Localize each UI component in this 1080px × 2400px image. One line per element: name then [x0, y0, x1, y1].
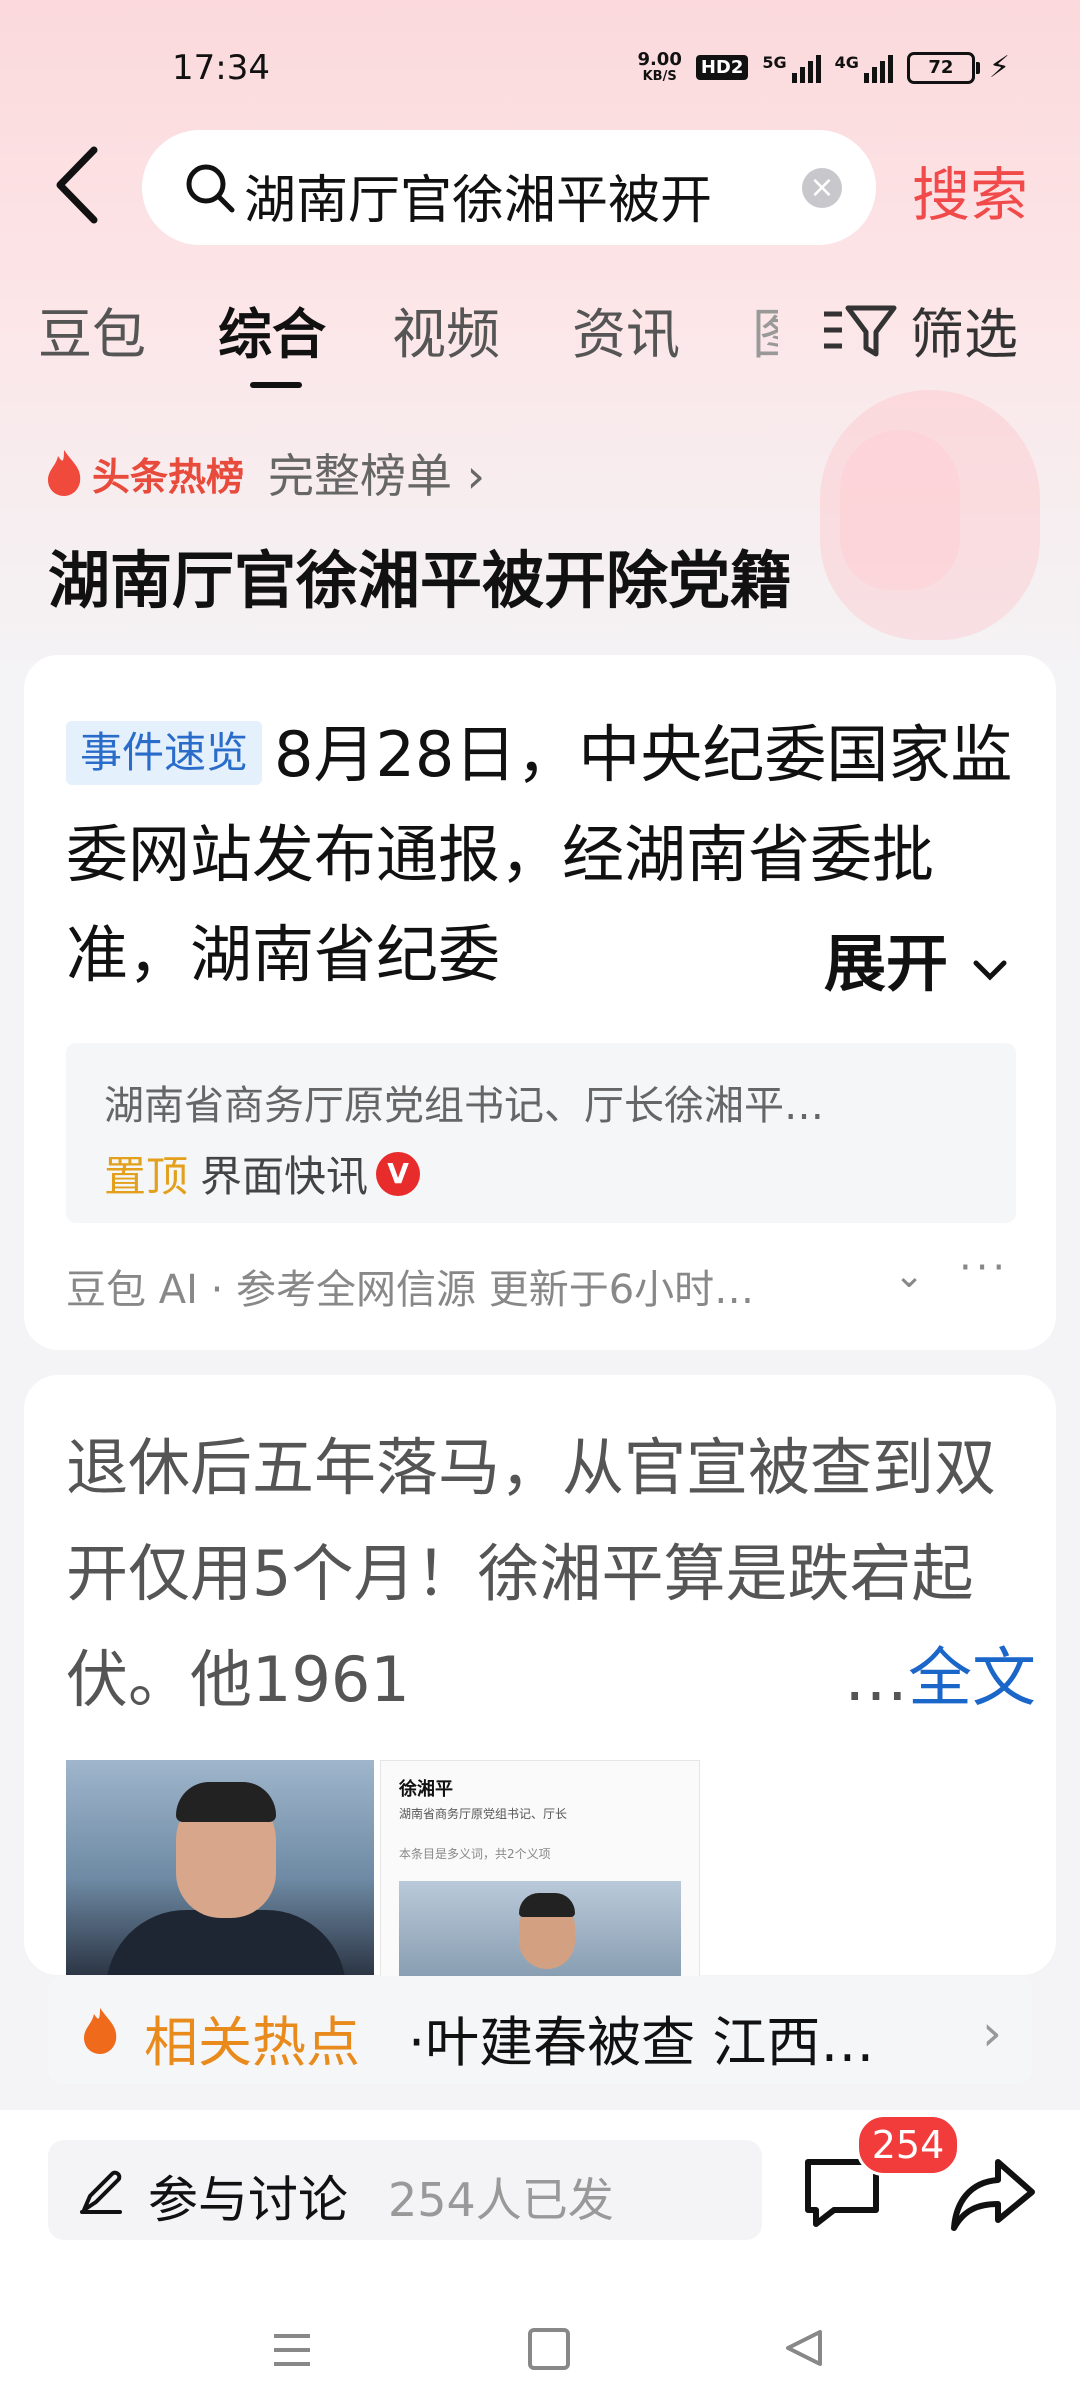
pen-icon: [80, 2170, 122, 2214]
clear-icon[interactable]: ×: [802, 168, 842, 208]
discuss-label: 参与讨论: [148, 2171, 348, 2229]
thumb-note: 本条目是多义词，共2个义项: [399, 1847, 551, 1861]
source-snippet: 湖南省商务厅原党组书记、厅长徐湘平…: [104, 1083, 824, 1129]
hot-topic-title[interactable]: 湖南厅官徐湘平被开除党籍: [48, 530, 792, 620]
filter-label: 筛选: [910, 303, 1018, 366]
signal-5g-icon: 5G: [762, 53, 821, 83]
tab-video[interactable]: 视频: [392, 290, 500, 369]
thumb-subtitle: 湖南省商务厅原党组书记、厅长: [399, 1807, 568, 1821]
status-icons: 9.00 KB/S HD2 5G 4G 72 ⚡: [637, 50, 1010, 85]
hd-voice-icon: HD2: [695, 55, 749, 80]
charging-icon: ⚡: [988, 50, 1010, 85]
article-screenshot[interactable]: 徐湘平 湖南省商务厅原党组书记、厅长 本条目是多义词，共2个义项: [380, 1760, 700, 1977]
thumb-photo: [399, 1881, 681, 1976]
event-badge: 事件速览: [66, 720, 263, 785]
more-options-icon[interactable]: ···: [959, 1245, 1009, 1291]
bottom-bar: 参与讨论 254人已发 254: [0, 2110, 1080, 2400]
status-bar: 17:34 9.00 KB/S HD2 5G 4G 72 ⚡: [0, 40, 1080, 100]
discuss-input[interactable]: 参与讨论 254人已发: [48, 2140, 762, 2240]
verified-icon: V: [376, 1151, 421, 1196]
media-name: 界面快讯: [200, 1152, 369, 1201]
back-button[interactable]: [48, 140, 108, 240]
active-tab-indicator: [250, 382, 302, 388]
battery-icon: 72: [906, 51, 980, 84]
chevron-right-icon: ›: [982, 2004, 1002, 2062]
expand-button[interactable]: 展开: [764, 913, 1010, 1003]
ai-source-note: 豆包 AI · 参考全网信源 更新于6小时…: [66, 1267, 755, 1313]
fire-icon: [48, 450, 81, 496]
home-icon[interactable]: [528, 2328, 570, 2370]
hot-list-header[interactable]: 头条热榜 完整榜单 ›: [44, 440, 485, 506]
search-button[interactable]: 搜索: [912, 148, 1028, 232]
comment-count-badge: 254: [856, 2114, 960, 2176]
share-button[interactable]: [948, 2154, 1038, 2238]
search-input[interactable]: 湖南厅官徐湘平被开: [244, 158, 804, 233]
related-label: 相关热点: [144, 2011, 360, 2074]
related-text: ·叶建春被查 江西…: [408, 2011, 875, 2074]
hot-list-label: 头条热榜: [92, 454, 245, 499]
menu-icon[interactable]: [270, 2330, 314, 2370]
share-icon: [951, 2159, 1035, 2231]
chevron-down-icon[interactable]: ⌄: [894, 1255, 924, 1296]
event-summary-card: 事件速览 8月28日，中央纪委国家监委网站发布通报，经湖南省委批准，湖南省纪委 展…: [24, 655, 1056, 1350]
tab-comprehensive[interactable]: 综合: [218, 290, 326, 369]
signal-4g-icon: 4G: [835, 53, 893, 83]
source-reference[interactable]: 湖南省商务厅原党组书记、厅长徐湘平… 置顶 界面快讯 V: [66, 1043, 1016, 1223]
system-nav-bar: [0, 2300, 1080, 2390]
article-card[interactable]: 退休后五年落马，从官宣被查到双开仅用5个月！徐湘平算是跌宕起伏。他1961 …全…: [24, 1375, 1056, 1977]
search-box[interactable]: 湖南厅官徐湘平被开 ×: [142, 130, 876, 245]
tab-news[interactable]: 资讯: [572, 290, 680, 369]
search-icon: [186, 164, 235, 213]
back-triangle-icon[interactable]: [782, 2326, 826, 2370]
status-time: 17:34: [172, 48, 270, 88]
network-speed: 9.00 KB/S: [637, 48, 682, 84]
thumb-name: 徐湘平: [399, 1779, 453, 1800]
filter-button[interactable]: 筛选: [820, 290, 1018, 369]
chevron-down-icon: [973, 960, 1007, 981]
flame-decoration-inner: [840, 430, 960, 590]
tab-doubao[interactable]: 豆包: [38, 290, 146, 369]
article-photo[interactable]: [66, 1760, 374, 1975]
tab-bar: 豆包 综合 视频 资讯 图 筛选: [0, 290, 1080, 390]
filter-icon: [824, 305, 897, 356]
source-meta: 置顶 界面快讯 V: [104, 1143, 421, 1204]
full-text-link[interactable]: …全文: [804, 1627, 1036, 1719]
back-arrow-icon: [56, 146, 98, 224]
discuss-count: 254人已发: [388, 2173, 614, 2227]
fire-icon: [84, 2008, 117, 2054]
full-list-link[interactable]: 完整榜单 ›: [268, 440, 485, 506]
pinned-label: 置顶: [104, 1152, 189, 1201]
related-hot-topic[interactable]: 相关热点 ·叶建春被查 江西… ›: [48, 1976, 1032, 2084]
tab-image[interactable]: 图: [752, 290, 778, 369]
